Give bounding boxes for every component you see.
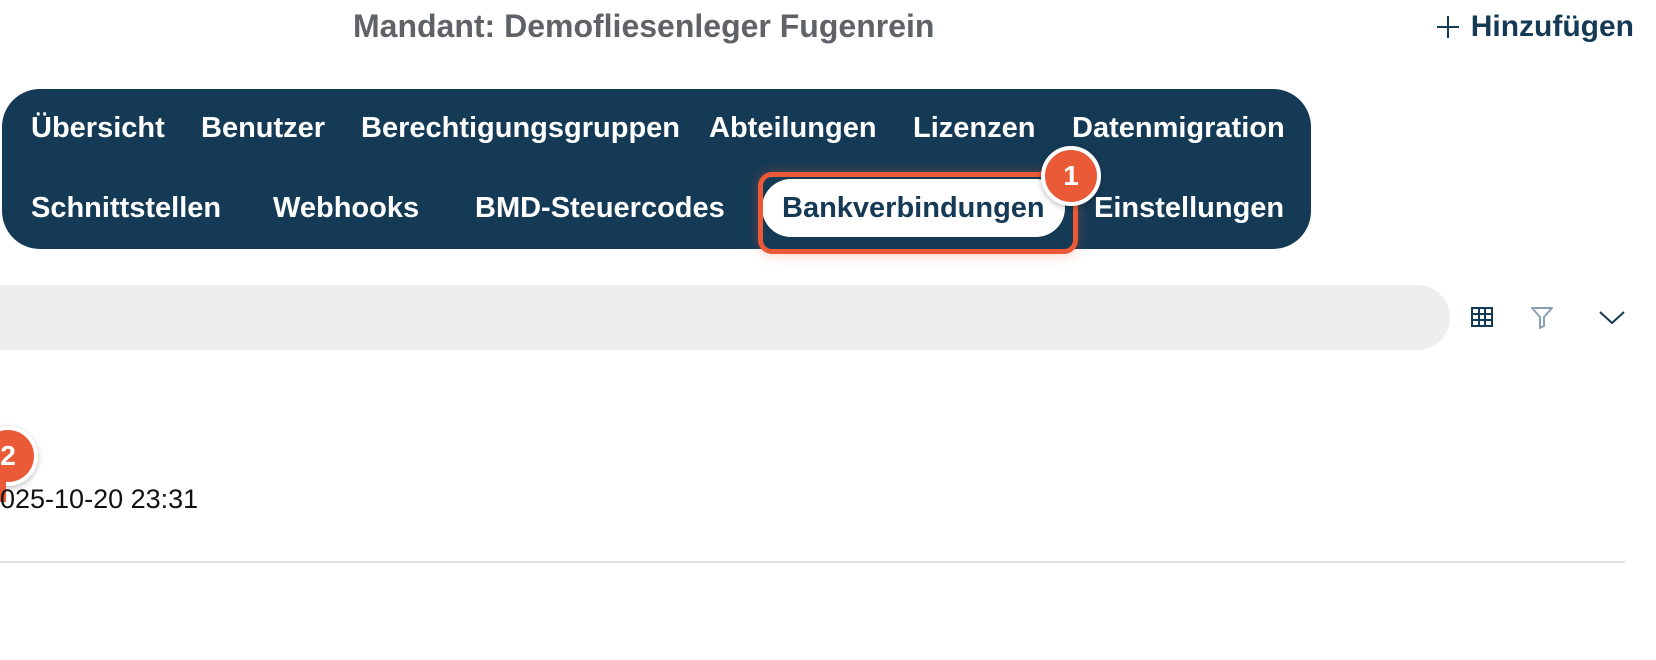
- tab-berechtigungsgruppen[interactable]: Berechtigungsgruppen: [361, 111, 680, 145]
- page: Mandant: Demofliesenleger Fugenrein Hinz…: [0, 0, 1656, 660]
- table-columns-icon[interactable]: [1466, 301, 1498, 333]
- tab-bmd-steuercodes[interactable]: BMD-Steuercodes: [475, 191, 725, 225]
- tab-abteilungen[interactable]: Abteilungen: [709, 111, 877, 145]
- tab-schnittstellen[interactable]: Schnittstellen: [31, 191, 221, 225]
- add-button[interactable]: Hinzufügen: [1435, 10, 1634, 44]
- step-badge-2: 2: [0, 426, 38, 486]
- tab-einstellungen[interactable]: Einstellungen: [1094, 191, 1284, 225]
- add-button-label: Hinzufügen: [1470, 10, 1634, 43]
- row-divider: [0, 561, 1625, 563]
- step-badge-1: 1: [1041, 146, 1101, 206]
- plus-icon: [1435, 14, 1461, 40]
- tab-uebersicht[interactable]: Übersicht: [31, 111, 165, 145]
- tab-lizenzen[interactable]: Lizenzen: [913, 111, 1035, 145]
- tab-datenmigration[interactable]: Datenmigration: [1072, 111, 1285, 145]
- tab-webhooks[interactable]: Webhooks: [273, 191, 419, 225]
- search-input[interactable]: [0, 285, 1450, 350]
- tab-bar: Übersicht Benutzer Berechtigungsgruppen …: [2, 89, 1311, 249]
- tab-bankverbindungen[interactable]: Bankverbindungen: [762, 179, 1065, 237]
- tab-benutzer[interactable]: Benutzer: [201, 111, 325, 145]
- chevron-down-icon[interactable]: [1596, 301, 1628, 333]
- filter-icon[interactable]: [1526, 301, 1558, 333]
- page-title: Mandant: Demofliesenleger Fugenrein: [353, 8, 935, 44]
- table-row-date: 025-10-20 23:31: [0, 484, 199, 514]
